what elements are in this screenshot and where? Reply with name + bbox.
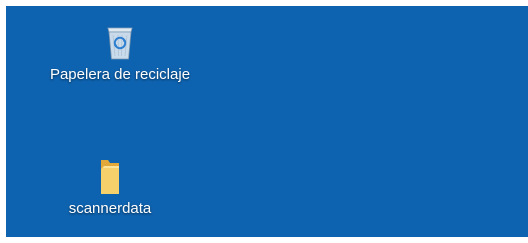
desktop[interactable]: Papelera de reciclaje scannerdata: [6, 6, 528, 237]
desktop-icon-recycle-bin[interactable]: Papelera de reciclaje: [30, 22, 210, 84]
scannerdata-label: scannerdata: [68, 200, 152, 217]
folder-icon: [90, 156, 130, 196]
recycle-bin-icon: [100, 22, 140, 62]
recycle-bin-label: Papelera de reciclaje: [49, 66, 191, 83]
desktop-icon-scannerdata[interactable]: scannerdata: [56, 156, 164, 218]
